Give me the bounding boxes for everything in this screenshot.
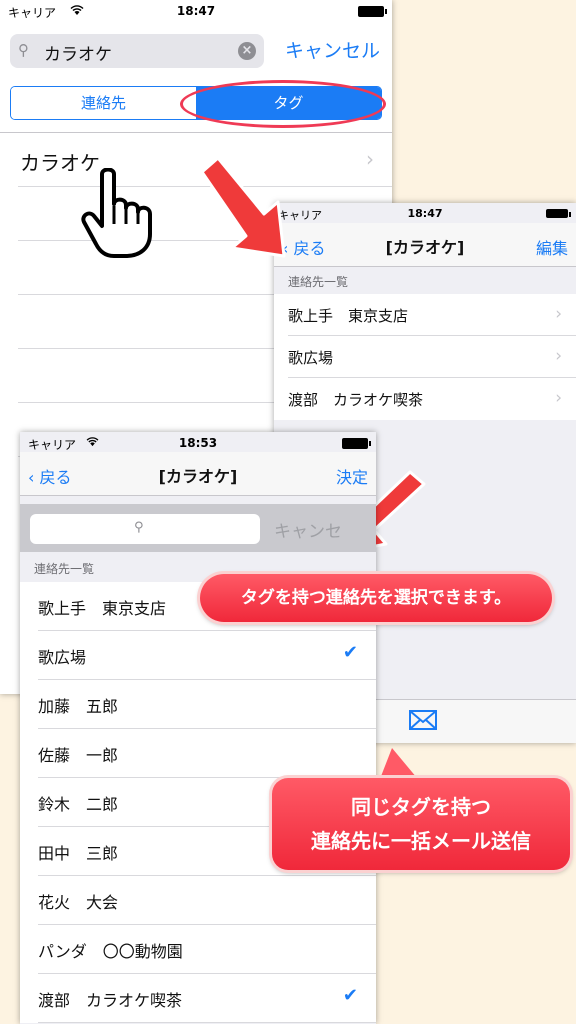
mail-callout-line2: 連絡先に一括メール送信 — [311, 829, 531, 853]
search-input[interactable]: ⚲ — [30, 514, 260, 544]
table-row[interactable]: 歌広場 › — [274, 336, 576, 378]
table-row[interactable]: 歌広場 ✔ — [20, 631, 376, 680]
contact-name: 歌上手 東京支店 — [288, 307, 409, 325]
chevron-right-icon: › — [555, 304, 562, 324]
mail-callout: 同じタグを持つ 連絡先に一括メール送信 — [272, 778, 570, 870]
contact-name: 渡部 カラオケ喫茶 — [38, 991, 183, 1010]
chevron-right-icon: › — [555, 346, 562, 366]
table-row[interactable]: 加藤 五郎 — [20, 680, 376, 729]
contact-name: 田中 三郎 — [38, 844, 119, 863]
cancel-button[interactable]: キャンセル — [285, 36, 380, 63]
contact-name: 渡部 カラオケ喫茶 — [288, 391, 424, 409]
status-time: 18:47 — [176, 4, 216, 18]
search-bar: ⚲ キャンセ — [20, 504, 376, 552]
chevron-right-icon: › — [366, 147, 374, 171]
table-row[interactable]: 花火 大会 — [20, 876, 376, 925]
nav-bar: ‹ 戻る [カラオケ] 編集 — [274, 223, 576, 267]
edit-button[interactable]: 編集 — [536, 235, 568, 259]
checkmark-icon: ✔ — [342, 642, 358, 663]
table-row[interactable]: パンダ 〇〇動物園 — [20, 925, 376, 974]
highlight-ring — [180, 80, 386, 128]
table-row[interactable]: 歌上手 東京支店 › — [274, 294, 576, 336]
page-title: [カラオケ] — [158, 467, 238, 486]
pointing-hand-icon — [81, 168, 152, 258]
battery-icon — [546, 209, 571, 218]
done-button[interactable]: 決定 — [336, 464, 368, 488]
contact-select-screen: キャリア 18:53 ‹ 戻る [カラオケ] 決定 ⚲ キャンセ 連絡先一覧 歌… — [20, 432, 376, 1024]
contact-name: 花火 大会 — [38, 893, 119, 912]
clear-icon[interactable]: × — [238, 42, 256, 60]
contact-name: 鈴木 二郎 — [38, 795, 119, 814]
contact-name: 歌広場 — [288, 349, 334, 367]
envelope-icon[interactable] — [408, 708, 438, 732]
table-row[interactable]: 渡部 カラオケ喫茶 ✔ — [20, 974, 376, 1023]
search-input[interactable]: ⚲ カラオケ × — [10, 34, 264, 68]
mail-callout-line1: 同じタグを持つ — [351, 795, 491, 819]
contact-name: 佐藤 一郎 — [38, 746, 119, 765]
table-row[interactable]: 渡部 カラオケ喫茶 › — [274, 378, 576, 420]
cancel-button[interactable]: キャンセ — [274, 517, 342, 542]
section-header: 連絡先一覧 — [288, 275, 349, 289]
search-icon: ⚲ — [134, 520, 144, 535]
contact-name: 加藤 五郎 — [38, 697, 119, 716]
chevron-right-icon: › — [555, 388, 562, 408]
status-time: 18:47 — [407, 207, 443, 220]
contact-name: 歌上手 東京支店 — [38, 599, 167, 618]
row-separator — [38, 1022, 376, 1023]
nav-bar: ‹ 戻る [カラオケ] 決定 — [20, 452, 376, 496]
search-icon: ⚲ — [18, 41, 29, 59]
contact-name: 歌広場 — [38, 648, 87, 667]
arrow-icon — [200, 156, 286, 258]
segment-contacts[interactable]: 連絡先 — [11, 87, 196, 119]
page-title: [カラオケ] — [385, 238, 465, 257]
battery-icon — [342, 438, 371, 449]
battery-icon — [358, 6, 387, 17]
status-time: 18:53 — [178, 436, 218, 450]
contact-name: パンダ 〇〇動物園 — [38, 942, 183, 961]
search-query: カラオケ — [44, 45, 112, 65]
select-callout: タグを持つ連絡先を選択できます。 — [200, 574, 552, 622]
checkmark-icon: ✔ — [342, 985, 358, 1006]
table-row[interactable]: 佐藤 一郎 — [20, 729, 376, 778]
